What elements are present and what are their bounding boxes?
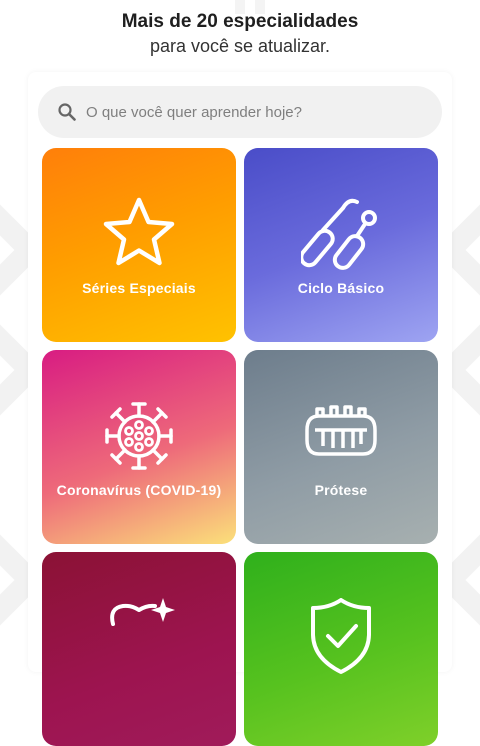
shield-check-icon (244, 598, 438, 678)
tooth-sparkle-icon (42, 598, 236, 678)
category-card-series-especiais[interactable]: Séries Especiais (42, 148, 236, 342)
category-card-ciclo-basico[interactable]: Ciclo Básico (244, 148, 438, 342)
category-card-coronavirus[interactable]: Coronavírus (COVID-19) (42, 350, 236, 544)
category-label: Prótese (314, 482, 368, 498)
star-icon (42, 194, 236, 274)
category-label: Ciclo Básico (297, 280, 385, 296)
denture-icon (244, 396, 438, 476)
page-subtitle: para você se atualizar. (149, 36, 331, 56)
search-input[interactable] (84, 102, 408, 122)
category-card-5[interactable] (42, 552, 236, 746)
dental-tools-icon (244, 194, 438, 274)
category-card-protese[interactable]: Prótese (244, 350, 438, 544)
page-title: Mais de 20 especialidades (121, 11, 359, 32)
category-label: Séries Especiais (82, 280, 196, 296)
category-card-6[interactable] (244, 552, 438, 746)
category-label: Coronavírus (COVID-19) (56, 482, 222, 498)
header: Mais de 20 especialidades para você se a… (0, 10, 480, 58)
search-bar[interactable] (38, 86, 442, 138)
search-icon (58, 103, 76, 121)
virus-icon (42, 396, 236, 476)
